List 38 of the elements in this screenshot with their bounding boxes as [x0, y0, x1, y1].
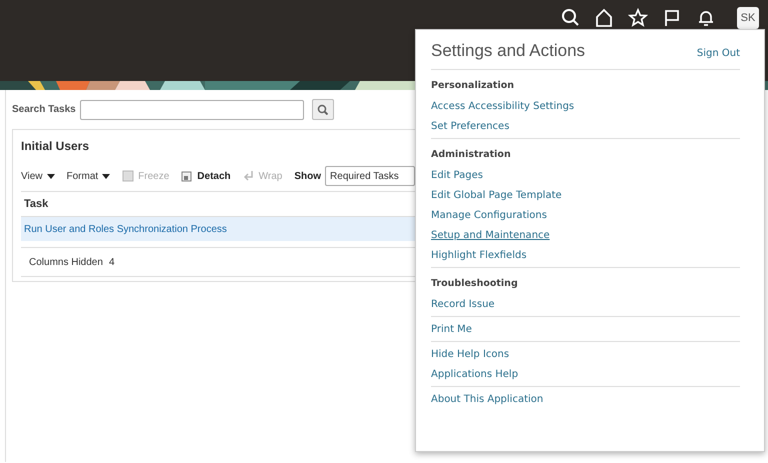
- show-label: Show: [294, 170, 322, 182]
- task-link[interactable]: Run User and Roles Synchronization Process: [24, 224, 227, 234]
- menu-link[interactable]: Record Issue: [431, 299, 495, 310]
- menu-button[interactable]: View: [21, 170, 62, 182]
- show-dropdown[interactable]: Required Tasks: [325, 166, 416, 186]
- search-icon: [317, 104, 328, 115]
- menu-link[interactable]: Highlight Flexfields: [431, 250, 527, 261]
- columns-hidden-label: Columns Hidden: [29, 256, 103, 268]
- flag-icon: [662, 8, 682, 28]
- search-label: Search Tasks: [12, 104, 76, 115]
- menu-link[interactable]: Print Me: [431, 324, 472, 335]
- wrap-icon: [242, 170, 255, 182]
- section-heading: Administration: [431, 149, 512, 160]
- bell-icon: [696, 8, 716, 28]
- menu-link[interactable]: Edit Global Page Template: [431, 190, 562, 201]
- menu-link[interactable]: About This Application: [431, 394, 544, 405]
- menu-link[interactable]: Hide Help Icons: [431, 349, 510, 360]
- freeze-icon: [122, 170, 134, 182]
- detach-icon: [181, 170, 194, 182]
- search-icon: [560, 8, 580, 28]
- panel-title: Initial Users: [21, 139, 90, 153]
- search-field[interactable]: [80, 100, 304, 120]
- section-heading: Personalization: [431, 80, 515, 91]
- avatar-button[interactable]: SK: [737, 7, 759, 29]
- home-icon: [594, 8, 614, 28]
- caret-icon: [46, 174, 54, 178]
- section-heading: Troubleshooting: [431, 278, 519, 289]
- menu-link[interactable]: Edit Pages: [431, 170, 483, 181]
- menu-link[interactable]: Applications Help: [431, 369, 518, 380]
- sign-out-link[interactable]: Sign Out: [696, 48, 740, 59]
- menu-link[interactable]: Access Accessibility Settings: [431, 101, 574, 112]
- star-icon: [628, 8, 648, 28]
- caret-icon: [102, 174, 110, 178]
- columns-hidden-count: 4: [108, 256, 114, 268]
- toolbar-button[interactable]: Detach: [181, 170, 239, 182]
- menu-title: Settings and Actions: [431, 41, 586, 61]
- menu-link[interactable]: Set Preferences: [431, 121, 510, 132]
- menu-button[interactable]: Format: [66, 170, 118, 182]
